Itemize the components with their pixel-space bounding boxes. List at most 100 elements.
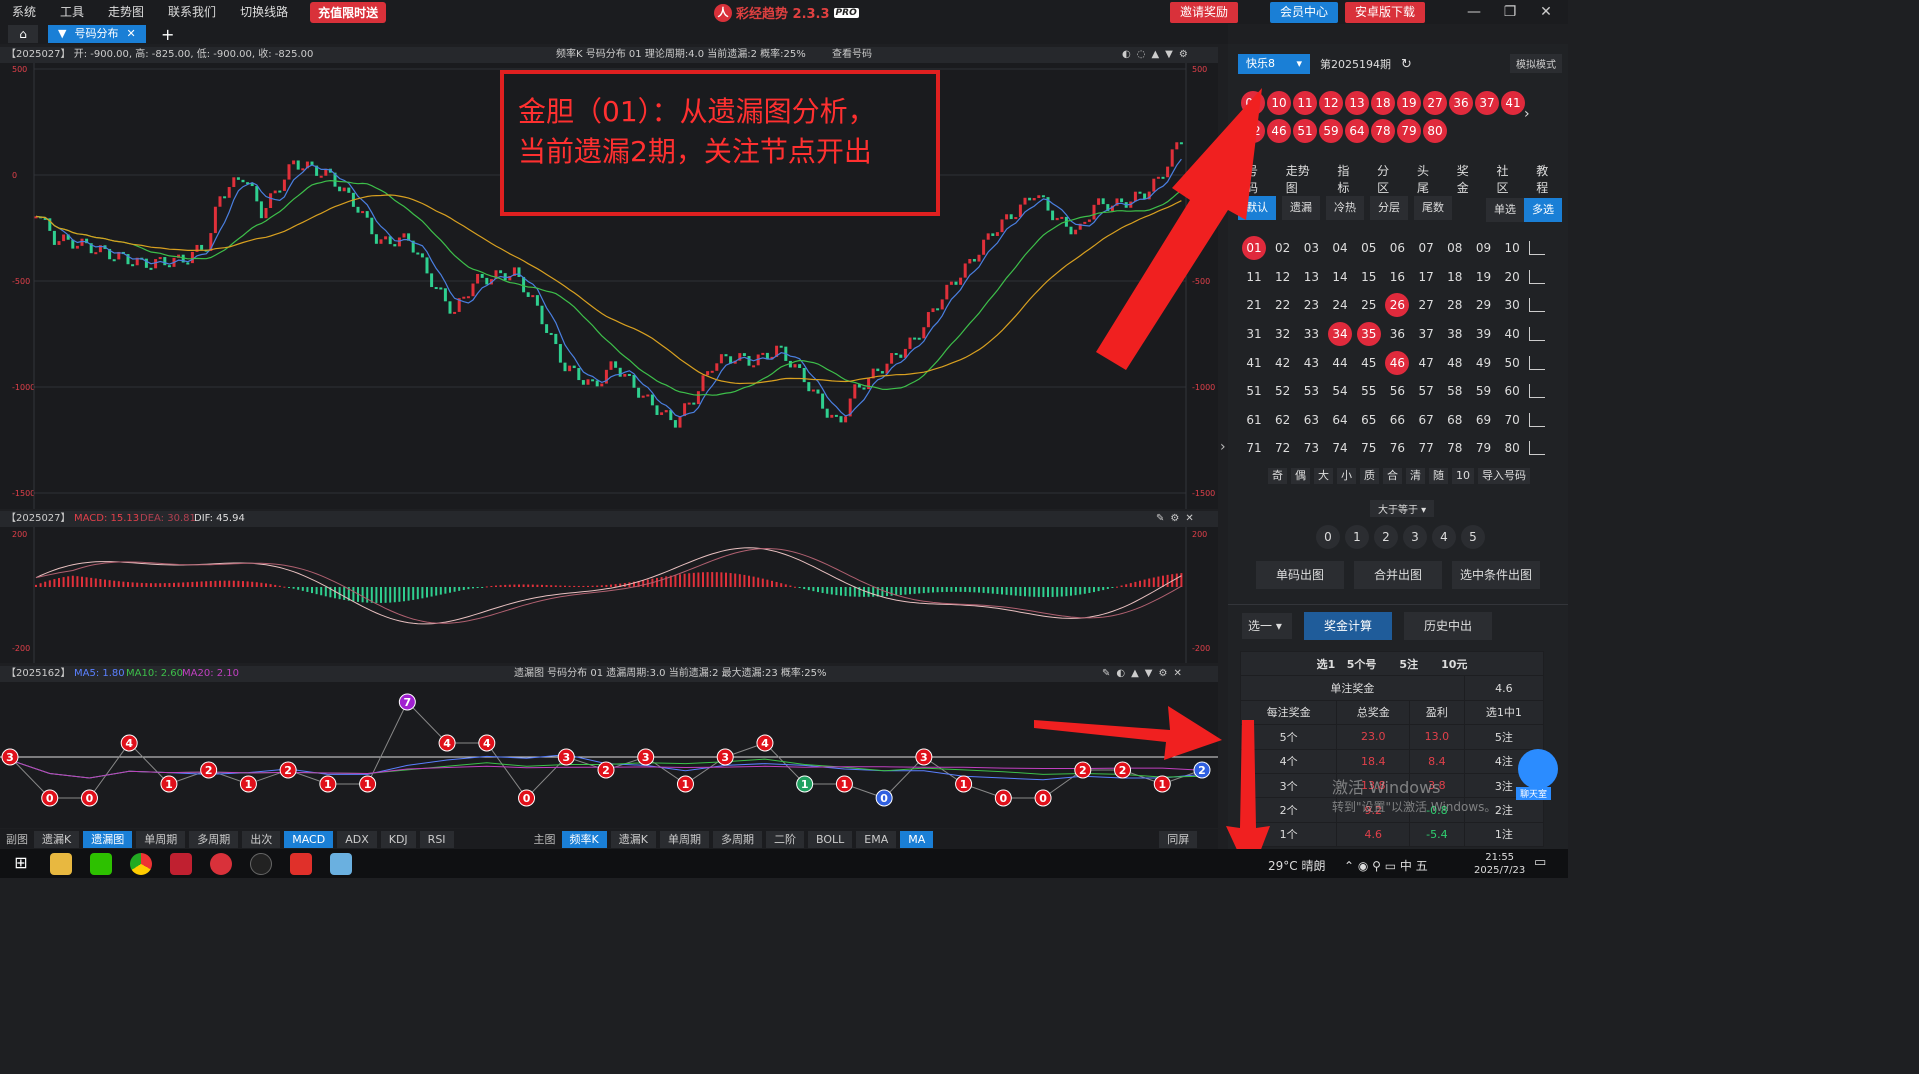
number-ball[interactable]: 73 bbox=[1299, 436, 1323, 460]
wps-icon[interactable] bbox=[290, 852, 312, 875]
number-ball[interactable]: 35 bbox=[1356, 322, 1381, 347]
sub-indicator-button[interactable]: 遗漏K bbox=[34, 830, 80, 848]
number-ball[interactable]: 48 bbox=[1443, 351, 1467, 375]
android-download-button[interactable]: 安卓版下载 bbox=[1345, 2, 1426, 23]
lottery-select[interactable]: 快乐8 ▾ bbox=[1238, 54, 1310, 74]
compare-select[interactable]: 大于等于 ▾ bbox=[1370, 500, 1435, 517]
number-ball[interactable]: 40 bbox=[1500, 322, 1524, 346]
number-ball[interactable]: 27 bbox=[1414, 293, 1438, 317]
chart-action-button[interactable]: 合并出图 bbox=[1354, 561, 1442, 589]
notes-icon[interactable] bbox=[330, 852, 352, 875]
hit-count-button[interactable]: 2 bbox=[1374, 525, 1398, 549]
panel-nav-item[interactable]: 分区 bbox=[1369, 162, 1409, 196]
quick-select-button[interactable]: 导入号码 bbox=[1478, 468, 1530, 484]
sub-indicator-button[interactable]: MACD bbox=[284, 830, 334, 848]
filter-tab[interactable]: 冷热 bbox=[1326, 196, 1364, 220]
miss-toolbar-icons[interactable]: ✎◐▲▼⚙✕ bbox=[1102, 666, 1188, 682]
number-ball[interactable]: 55 bbox=[1357, 379, 1381, 403]
number-ball[interactable]: 67 bbox=[1414, 408, 1438, 432]
chat-room-label[interactable]: 聊天室 bbox=[1516, 787, 1552, 800]
number-ball[interactable]: 23 bbox=[1299, 293, 1323, 317]
number-ball[interactable]: 18 bbox=[1443, 265, 1467, 289]
number-ball[interactable]: 28 bbox=[1443, 293, 1467, 317]
hit-count-button[interactable]: 5 bbox=[1461, 525, 1485, 549]
sub-indicator-button[interactable]: RSI bbox=[419, 830, 454, 848]
number-ball[interactable]: 33 bbox=[1299, 322, 1323, 346]
tab-number-distribution[interactable]: ▼ 号码分布 ✕ bbox=[48, 25, 146, 43]
hit-count-button[interactable]: 1 bbox=[1345, 525, 1369, 549]
quick-select-button[interactable]: 偶 bbox=[1291, 468, 1310, 484]
number-ball[interactable]: 43 bbox=[1299, 351, 1323, 375]
chrome-icon[interactable] bbox=[130, 852, 152, 875]
number-ball[interactable]: 39 bbox=[1472, 322, 1496, 346]
miss-chart[interactable]: 3 0 0 4 1 2 1 2 1 1 7 4 4 0 3 2 3 1 3 4 1 1 0 3 1 0 0 2 2 1 2 bbox=[0, 682, 1218, 828]
number-ball[interactable]: 09 bbox=[1472, 236, 1496, 260]
collapse-arrow-icon[interactable]: › bbox=[1220, 439, 1226, 455]
number-ball[interactable]: 08 bbox=[1443, 236, 1467, 260]
number-ball[interactable]: 06 bbox=[1385, 236, 1409, 260]
trend-chart-icon[interactable] bbox=[1528, 298, 1545, 313]
app-icon[interactable] bbox=[170, 852, 192, 875]
number-ball[interactable]: 42 bbox=[1271, 351, 1295, 375]
menu-contact[interactable]: 联系我们 bbox=[156, 0, 228, 24]
number-ball[interactable]: 20 bbox=[1500, 265, 1524, 289]
clock[interactable]: 21:55 2025/7/23 bbox=[1474, 851, 1525, 877]
number-ball[interactable]: 51 bbox=[1242, 379, 1266, 403]
select-mode-option[interactable]: 多选 bbox=[1524, 198, 1562, 222]
member-center-button[interactable]: 会员中心 bbox=[1270, 2, 1339, 23]
number-ball[interactable]: 49 bbox=[1472, 351, 1496, 375]
number-ball[interactable]: 50 bbox=[1500, 351, 1524, 375]
promo-button[interactable]: 充值限时送 bbox=[310, 1, 387, 23]
number-ball[interactable]: 41 bbox=[1242, 351, 1266, 375]
select-mode-option[interactable]: 单选 bbox=[1486, 198, 1524, 222]
number-ball[interactable]: 29 bbox=[1472, 293, 1496, 317]
panel-nav-item[interactable]: 号码 bbox=[1238, 162, 1278, 196]
quick-select-button[interactable]: 大 bbox=[1314, 468, 1333, 484]
number-ball[interactable]: 44 bbox=[1328, 351, 1352, 375]
number-ball[interactable]: 46 bbox=[1385, 350, 1410, 375]
trend-chart-icon[interactable] bbox=[1528, 355, 1545, 370]
number-ball[interactable]: 05 bbox=[1357, 236, 1381, 260]
number-ball[interactable]: 12 bbox=[1271, 265, 1295, 289]
number-ball[interactable]: 57 bbox=[1414, 379, 1438, 403]
main-indicator-button[interactable]: 二阶 bbox=[765, 830, 804, 848]
quick-select-button[interactable]: 随 bbox=[1429, 468, 1448, 484]
macd-toolbar-icons[interactable]: ✎⚙✕ bbox=[1156, 511, 1200, 527]
number-ball[interactable]: 21 bbox=[1242, 293, 1266, 317]
quick-select-button[interactable]: 10 bbox=[1452, 468, 1474, 484]
filter-tab[interactable]: 默认 bbox=[1238, 196, 1276, 220]
main-indicator-button[interactable]: 遗漏K bbox=[610, 830, 656, 848]
number-ball[interactable]: 25 bbox=[1357, 293, 1381, 317]
restore-icon[interactable]: ❐ bbox=[1498, 2, 1522, 22]
panel-nav-item[interactable]: 教程 bbox=[1528, 162, 1568, 196]
trend-chart-icon[interactable] bbox=[1528, 412, 1545, 427]
number-ball[interactable]: 80 bbox=[1500, 436, 1524, 460]
hit-count-button[interactable]: 4 bbox=[1432, 525, 1456, 549]
main-indicator-button[interactable]: MA bbox=[900, 830, 934, 848]
filter-tab[interactable]: 遗漏 bbox=[1282, 196, 1320, 220]
number-ball[interactable]: 77 bbox=[1414, 436, 1438, 460]
number-ball[interactable]: 76 bbox=[1385, 436, 1409, 460]
main-indicator-button[interactable]: 多周期 bbox=[712, 830, 762, 848]
number-ball[interactable]: 75 bbox=[1357, 436, 1381, 460]
kline-toolbar-icons[interactable]: ◐◌▲▼⚙ bbox=[1122, 47, 1194, 63]
view-numbers-link[interactable]: 查看号码 bbox=[832, 47, 872, 63]
quick-select-button[interactable]: 奇 bbox=[1268, 468, 1287, 484]
home-tab-icon[interactable]: ⌂ bbox=[8, 25, 38, 43]
add-tab-button[interactable]: + bbox=[158, 25, 178, 44]
number-ball[interactable]: 56 bbox=[1385, 379, 1409, 403]
chart-action-button[interactable]: 选中条件出图 bbox=[1452, 561, 1540, 589]
number-ball[interactable]: 16 bbox=[1385, 265, 1409, 289]
minimize-icon[interactable]: — bbox=[1462, 2, 1486, 22]
number-ball[interactable]: 64 bbox=[1328, 408, 1352, 432]
trend-chart-icon[interactable] bbox=[1528, 327, 1545, 342]
number-ball[interactable]: 78 bbox=[1443, 436, 1467, 460]
file-explorer-icon[interactable] bbox=[50, 852, 72, 875]
number-ball[interactable]: 62 bbox=[1271, 408, 1295, 432]
system-tray[interactable]: ⌃ ◉ ⚲ ▭ 中 五 bbox=[1344, 857, 1428, 874]
number-ball[interactable]: 02 bbox=[1271, 236, 1295, 260]
sub-indicator-button[interactable]: 遗漏图 bbox=[83, 830, 133, 848]
hit-count-button[interactable]: 3 bbox=[1403, 525, 1427, 549]
menu-tools[interactable]: 工具 bbox=[48, 0, 96, 24]
main-indicator-button[interactable]: BOLL bbox=[807, 830, 853, 848]
